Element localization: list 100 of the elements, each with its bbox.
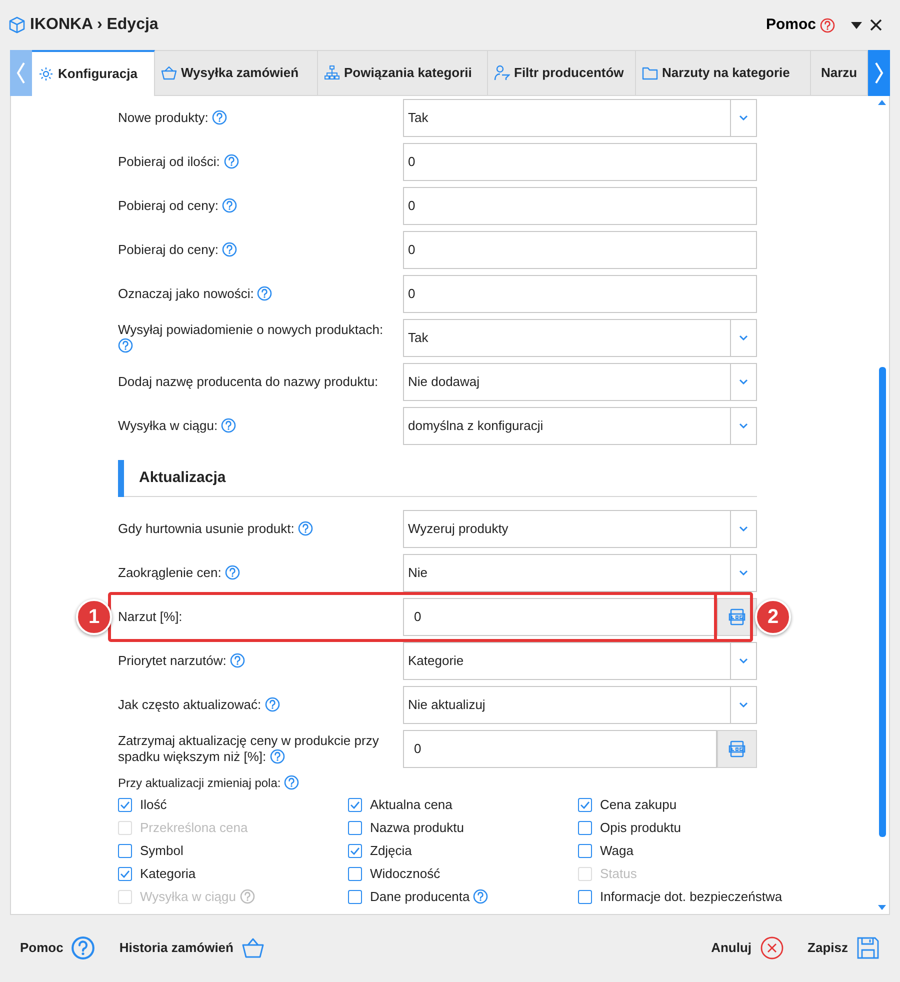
- tab[interactable]: Powiązania kategorii: [318, 50, 488, 96]
- section-marker: [118, 460, 124, 496]
- checkbox-label: Ilość: [140, 796, 167, 814]
- tab-icon: [161, 65, 177, 81]
- help-icon: [212, 110, 227, 125]
- help-icon: [257, 286, 272, 301]
- check-icon: [580, 801, 590, 809]
- field-label: Pobieraj do ceny:: [118, 242, 238, 257]
- order-history-button[interactable]: Historia zamówień: [119, 936, 266, 960]
- document-icon[interactable]: [728, 608, 746, 626]
- tab[interactable]: Narzuty na kategorie: [636, 50, 811, 96]
- field-label: Oznaczaj jako nowości:: [118, 286, 272, 301]
- cube-icon: [8, 16, 26, 34]
- tab-icon: [494, 65, 510, 81]
- select-field[interactable]: Kategorie: [403, 642, 757, 680]
- field-label: Pobieraj od ilości:: [118, 154, 239, 169]
- check-icon: [350, 847, 360, 855]
- checkbox[interactable]: [118, 798, 132, 812]
- select-field[interactable]: Nie aktualizuj: [403, 686, 757, 724]
- help-link[interactable]: Pomoc: [766, 14, 835, 36]
- input-field[interactable]: 0: [403, 730, 717, 768]
- checkbox[interactable]: [348, 867, 362, 881]
- checkbox-label: Waga: [600, 842, 634, 860]
- checkbox[interactable]: [348, 844, 362, 858]
- select-field[interactable]: Tak: [403, 99, 757, 137]
- checkbox[interactable]: [348, 798, 362, 812]
- callout-number: 2: [755, 599, 791, 635]
- checkbox[interactable]: [578, 844, 592, 858]
- field-label: Pobieraj od ceny:: [118, 198, 238, 213]
- tab-icon: [38, 66, 54, 82]
- check-icon: [120, 870, 130, 878]
- checkbox-label: Widoczność: [370, 865, 440, 884]
- help-icon: [118, 338, 133, 353]
- field-label: Zaokrąglenie cen:: [118, 565, 240, 580]
- chevron-left-icon: [16, 62, 26, 84]
- chevron-down-icon: [739, 658, 748, 664]
- checkbox-label: Aktualna cena: [370, 796, 452, 814]
- select-field[interactable]: Tak: [403, 319, 757, 357]
- checkbox-label: Przekreślona cena: [140, 819, 248, 838]
- input-field[interactable]: 0: [403, 231, 757, 269]
- help-icon: [473, 889, 488, 904]
- help-icon: [298, 521, 313, 536]
- checkbox-label: Opis produktu: [600, 819, 681, 838]
- checkbox[interactable]: [118, 844, 132, 858]
- scroll-right-button[interactable]: [868, 50, 890, 96]
- tab-icon: [642, 65, 658, 81]
- field-label: Priorytet narzutów:: [118, 653, 245, 668]
- select-field[interactable]: Nie dodawaj: [403, 363, 757, 401]
- select-field[interactable]: Wyzeruj produkty: [403, 510, 757, 548]
- field-label: Wysyłaj powiadomienie o nowych produktach:: [118, 322, 384, 353]
- help-icon: [240, 889, 255, 904]
- help-icon: [224, 565, 240, 580]
- field-label: Narzut [%]:: [118, 609, 182, 624]
- window-title: IKONKA › Edycja: [30, 15, 158, 35]
- field-label: Nowe produkty:: [118, 110, 227, 125]
- help-icon: [264, 697, 280, 712]
- checkbox-label: Status: [600, 865, 637, 884]
- input-field[interactable]: 0: [403, 143, 757, 181]
- checkbox-label: Kategoria: [140, 865, 196, 884]
- checkbox[interactable]: [348, 821, 362, 835]
- tab[interactable]: Wysyłka zamówień: [155, 50, 318, 96]
- checkbox[interactable]: [578, 890, 592, 904]
- select-field[interactable]: Nie: [403, 554, 757, 592]
- log-button[interactable]: [717, 730, 757, 768]
- log-button[interactable]: [717, 598, 757, 636]
- tab[interactable]: Konfiguracja: [32, 50, 155, 96]
- help-icon: [270, 749, 285, 764]
- input-field[interactable]: 0: [403, 598, 717, 636]
- checkbox-label: Informacje dot. bezpieczeństwa: [600, 888, 782, 906]
- checkbox[interactable]: [578, 798, 592, 812]
- caret-icon[interactable]: [851, 22, 862, 28]
- section-heading: Aktualizacja: [139, 468, 226, 488]
- input-field[interactable]: 0: [403, 187, 757, 225]
- input-field[interactable]: 0: [403, 275, 757, 313]
- tab[interactable]: Narzu: [811, 50, 868, 96]
- checkbox-label: Symbol: [140, 842, 184, 860]
- checkbox[interactable]: [118, 867, 132, 881]
- cancel-button[interactable]: Anuluj: [711, 936, 784, 960]
- field-label: Gdy hurtownia usunie produkt:: [118, 521, 313, 536]
- scroll-up-icon[interactable]: [878, 100, 886, 105]
- help-button[interactable]: Pomoc: [20, 936, 96, 960]
- save-button[interactable]: Zapisz: [808, 936, 880, 960]
- close-icon[interactable]: [870, 19, 882, 31]
- checkbox[interactable]: [578, 821, 592, 835]
- chevron-down-icon: [739, 702, 748, 708]
- scroll-left-button[interactable]: [10, 50, 32, 96]
- check-icon: [120, 801, 130, 809]
- checkbox[interactable]: [348, 890, 362, 904]
- help-icon: [224, 154, 239, 169]
- checkbox-label: Zdjęcia: [370, 842, 412, 860]
- field-label: Wysyłka w ciągu:: [118, 418, 236, 433]
- callout-number: 1: [76, 599, 112, 635]
- help-icon: [230, 653, 245, 668]
- tab[interactable]: Filtr producentów: [488, 50, 636, 96]
- document-icon[interactable]: [728, 740, 746, 758]
- basket-icon: [241, 936, 266, 960]
- scrollbar-thumb[interactable]: [878, 367, 886, 837]
- chevron-right-icon: [874, 62, 884, 84]
- select-field[interactable]: domyślna z konfiguracji: [403, 407, 757, 445]
- scroll-down-icon[interactable]: [878, 905, 886, 910]
